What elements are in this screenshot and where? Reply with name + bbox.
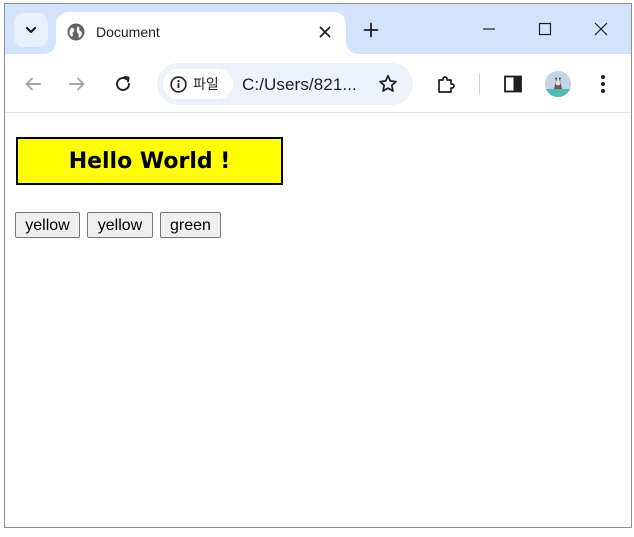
arrow-right-icon — [69, 77, 85, 91]
side-panel-icon — [504, 75, 522, 93]
tab-strip: Document — [5, 4, 631, 54]
more-vert-icon — [601, 75, 605, 93]
arrow-left-icon — [25, 77, 41, 91]
minimize-icon — [483, 28, 495, 30]
reload-button[interactable] — [108, 69, 138, 99]
avatar-icon — [545, 71, 571, 97]
bookmark-button[interactable] — [377, 73, 399, 95]
star-icon — [379, 74, 397, 92]
tab-title: Document — [96, 24, 160, 40]
globe-icon — [67, 23, 85, 41]
yellow-button-2[interactable]: yellow — [87, 212, 153, 238]
tab-search-button[interactable] — [14, 13, 48, 47]
side-panel-button[interactable] — [498, 69, 528, 99]
info-icon — [170, 75, 187, 93]
chevron-down-icon — [25, 26, 37, 34]
toolbar: 파일 C:/Users/821... — [5, 54, 631, 113]
maximize-button[interactable] — [517, 4, 573, 54]
profile-avatar[interactable] — [545, 71, 571, 97]
site-info-chip[interactable]: 파일 — [163, 69, 233, 99]
forward-button[interactable] — [62, 69, 92, 99]
page-content: Hello World ! yellow yellow green — [5, 114, 631, 527]
close-icon — [594, 22, 608, 36]
menu-button[interactable] — [588, 69, 618, 99]
close-icon — [319, 26, 331, 38]
close-window-button[interactable] — [573, 4, 629, 54]
hello-heading: Hello World ! — [16, 137, 283, 185]
maximize-icon — [538, 22, 552, 36]
url-text[interactable]: C:/Users/821... — [242, 75, 357, 95]
minimize-button[interactable] — [461, 4, 517, 54]
browser-window: Document 파일 C:/Users/821... Hello World … — [4, 3, 632, 528]
plus-icon — [363, 22, 379, 38]
site-chip-label: 파일 — [193, 76, 219, 92]
green-button[interactable]: green — [160, 212, 221, 238]
new-tab-button[interactable] — [359, 18, 383, 42]
puzzle-icon — [438, 76, 455, 93]
extensions-button[interactable] — [431, 69, 461, 99]
back-button[interactable] — [18, 69, 48, 99]
yellow-button[interactable]: yellow — [15, 212, 80, 238]
tab-close-button[interactable] — [314, 21, 336, 43]
reload-icon — [116, 76, 130, 91]
address-bar[interactable]: 파일 C:/Users/821... — [157, 63, 413, 105]
toolbar-divider — [479, 73, 480, 95]
tab-document[interactable]: Document — [56, 12, 346, 54]
